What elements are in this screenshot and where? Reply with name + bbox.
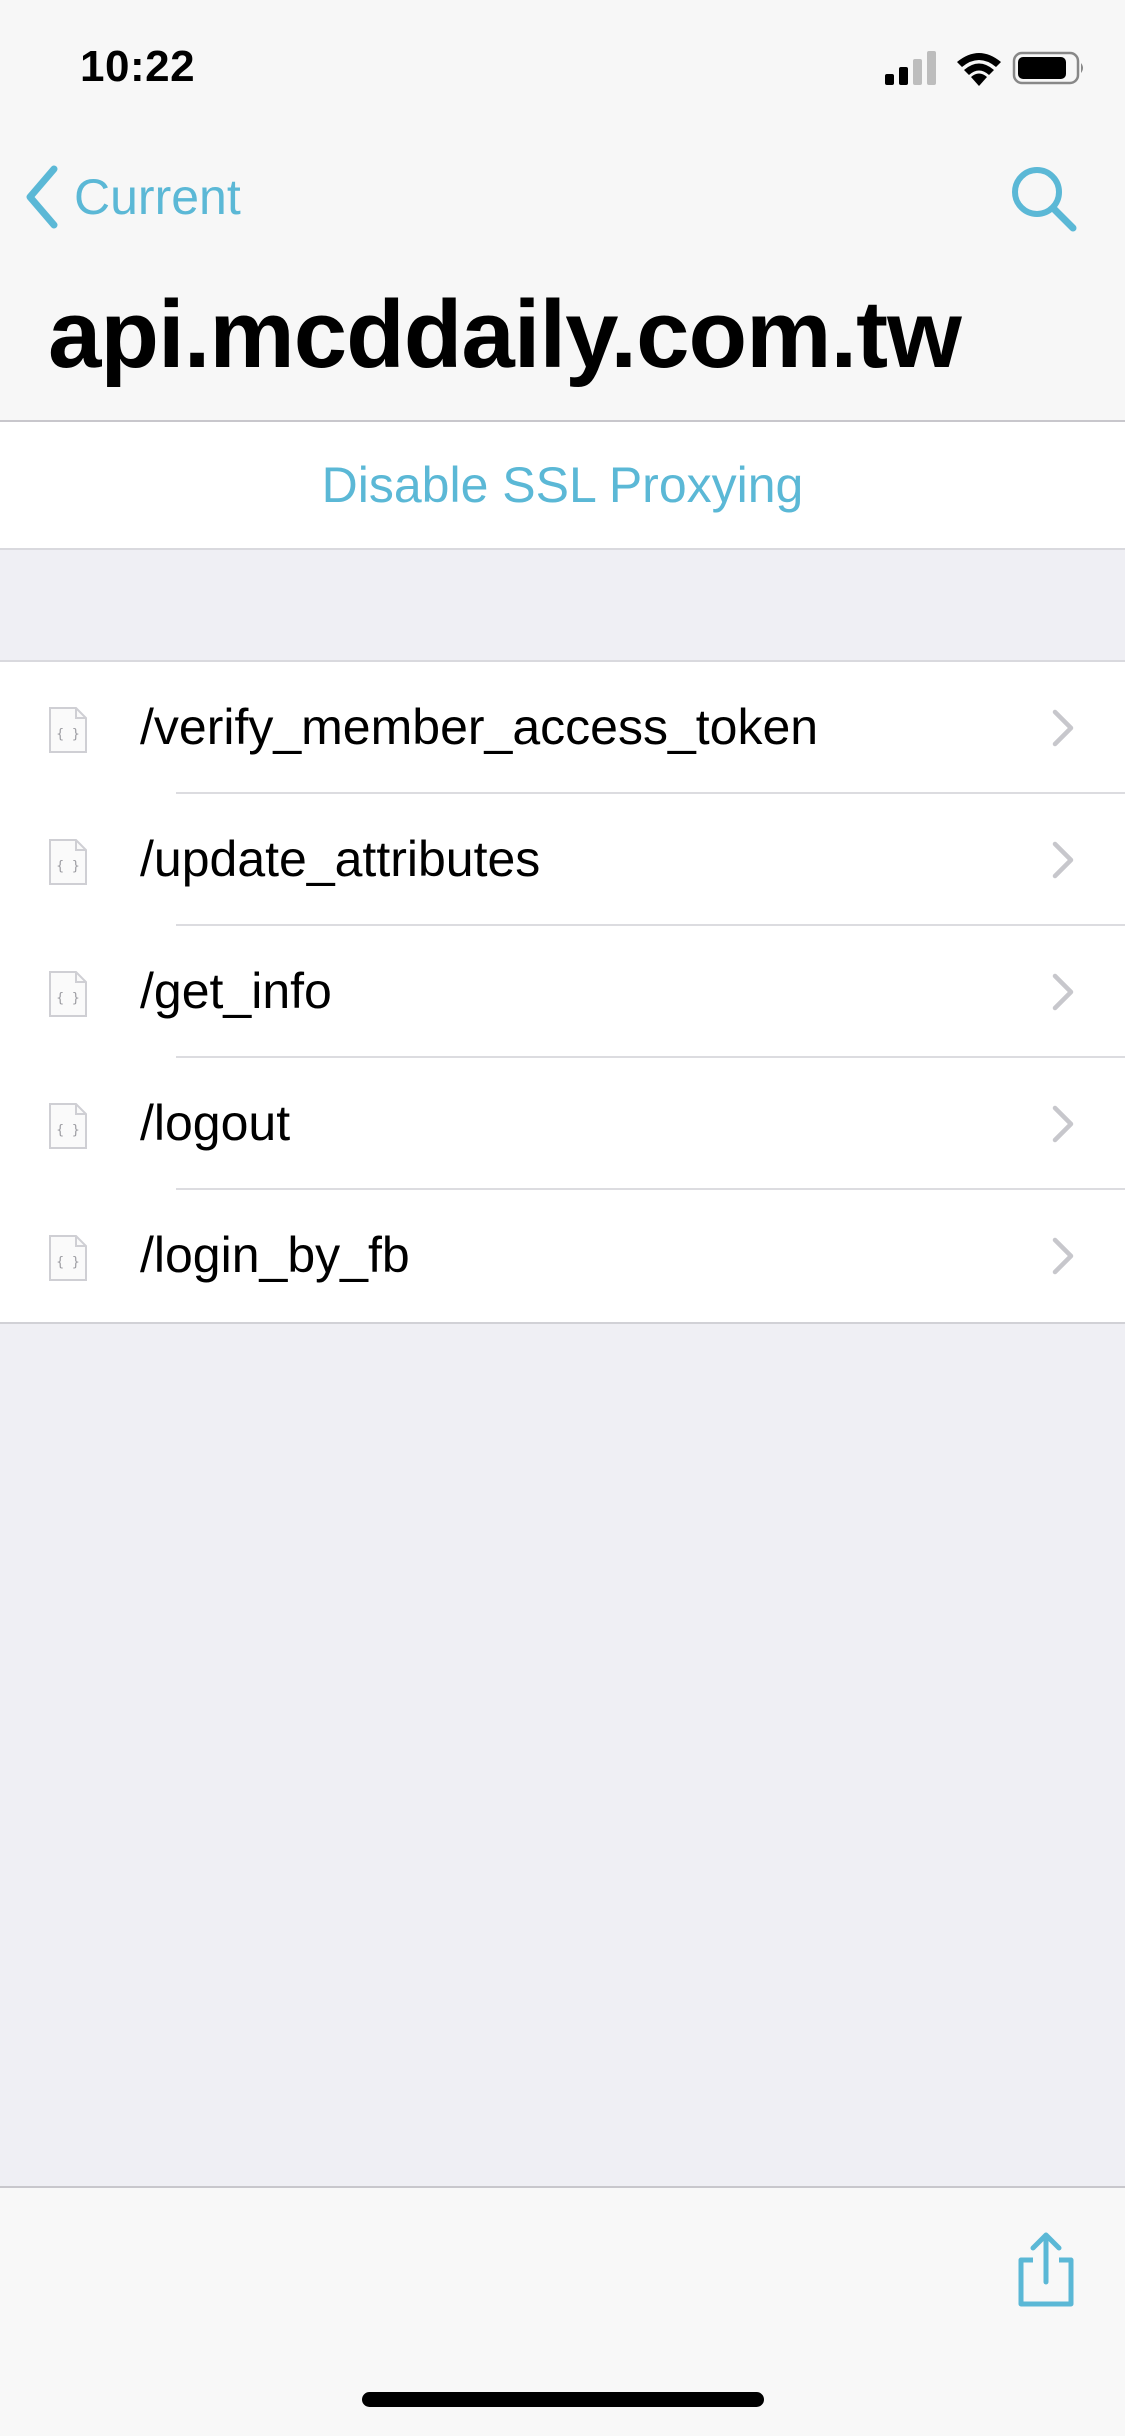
json-file-icon: { } xyxy=(49,839,87,885)
json-file-icon: { } xyxy=(49,1235,87,1281)
endpoint-path: /verify_member_access_token xyxy=(140,699,819,755)
svg-text:{ }: { } xyxy=(56,1255,79,1270)
disable-ssl-proxying-label: Disable SSL Proxying xyxy=(321,457,804,513)
list-item[interactable]: { } /verify_member_access_token xyxy=(0,662,1125,794)
svg-text:{ }: { } xyxy=(56,859,79,874)
share-icon xyxy=(1018,2232,1074,2307)
home-indicator xyxy=(362,2392,764,2407)
page-title: api.mcddaily.com.tw xyxy=(48,281,962,388)
svg-text:{ }: { } xyxy=(56,727,79,742)
list-item[interactable]: { } /login_by_fb xyxy=(0,1190,1125,1322)
list-item[interactable]: { } /update_attributes xyxy=(0,794,1125,926)
chevron-right-icon xyxy=(1052,1105,1074,1143)
chevron-left-icon xyxy=(26,165,58,229)
chevron-right-icon xyxy=(1052,841,1074,879)
search-button[interactable] xyxy=(1009,164,1079,234)
back-label: Current xyxy=(74,169,241,225)
endpoint-path: /update_attributes xyxy=(140,831,541,887)
endpoint-path: /login_by_fb xyxy=(140,1227,410,1283)
list-item[interactable]: { } /logout xyxy=(0,1058,1125,1190)
chevron-right-icon xyxy=(1052,709,1074,747)
json-file-icon: { } xyxy=(49,971,87,1017)
json-file-icon: { } xyxy=(49,1103,87,1149)
status-icons xyxy=(885,51,1083,86)
battery-icon xyxy=(1012,51,1083,85)
chevron-right-icon xyxy=(1052,1237,1074,1275)
status-bar: 10:22 xyxy=(0,0,1125,132)
chevron-right-icon xyxy=(1052,973,1074,1011)
back-button[interactable]: Current xyxy=(22,162,241,232)
navigation-bar: Current xyxy=(0,150,1125,246)
list-item[interactable]: { } /get_info xyxy=(0,926,1125,1058)
endpoint-list: { } /verify_member_access_token { } /upd… xyxy=(0,660,1125,1324)
svg-text:{ }: { } xyxy=(56,1123,79,1138)
wifi-icon xyxy=(957,53,1001,86)
svg-text:{ }: { } xyxy=(56,991,79,1006)
json-file-icon: { } xyxy=(49,707,87,753)
search-icon xyxy=(1012,167,1077,232)
share-button[interactable] xyxy=(1011,2230,1081,2310)
cellular-signal-icon xyxy=(885,51,936,85)
endpoint-path: /logout xyxy=(140,1095,291,1151)
disable-ssl-proxying-button[interactable]: Disable SSL Proxying xyxy=(0,420,1125,550)
endpoint-path: /get_info xyxy=(140,963,332,1019)
status-time: 10:22 xyxy=(80,42,196,91)
